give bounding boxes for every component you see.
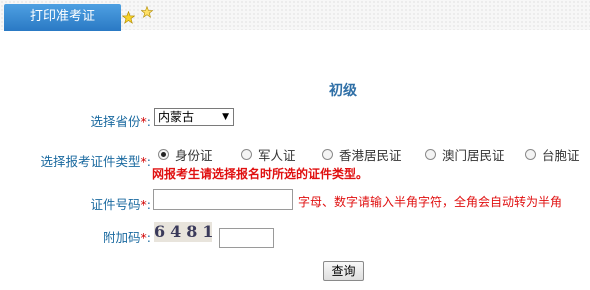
radio-label: 澳门居民证: [442, 148, 505, 163]
id-type-warning: 网报考生请选择报名时所选的证件类型。: [152, 167, 369, 181]
id-number-hint: 字母、数字请输入半角字符，全角会自动转为半角: [298, 195, 563, 209]
radio-hongkong-card[interactable]: 香港居民证: [322, 145, 402, 164]
exam-level-title: 初级: [329, 83, 357, 99]
radio-id-card[interactable]: 身份证: [158, 145, 213, 164]
captcha-label-row: 附加码*:: [60, 227, 151, 246]
radio-button[interactable]: [158, 149, 169, 160]
radio-label: 台胞证: [542, 148, 580, 163]
radio-taiwan-card[interactable]: 台胞证: [525, 145, 580, 164]
radio-button[interactable]: [525, 149, 536, 160]
radio-label: 身份证: [175, 148, 213, 163]
colon: :: [146, 114, 151, 129]
id-number-input[interactable]: [153, 189, 293, 210]
radio-macau-card[interactable]: 澳门居民证: [425, 145, 505, 164]
captcha-input[interactable]: [219, 228, 274, 248]
id-number-label: 证件号码: [90, 197, 141, 212]
id-number-label-row: 证件号码*:: [60, 194, 151, 213]
colon: :: [146, 154, 151, 169]
radio-button[interactable]: [425, 149, 436, 160]
province-selected-value: 内蒙古: [158, 110, 195, 124]
radio-button[interactable]: [241, 149, 252, 160]
dropdown-arrow-icon[interactable]: ▼: [222, 109, 229, 125]
colon: :: [146, 197, 151, 212]
radio-military-card[interactable]: 军人证: [241, 145, 296, 164]
print-admission-ticket-tab[interactable]: 打印准考证: [4, 4, 121, 31]
province-select[interactable]: 内蒙古 ▼: [154, 108, 234, 126]
radio-button[interactable]: [322, 149, 333, 160]
captcha-image[interactable]: 6481: [154, 222, 212, 242]
captcha-label: 附加码: [103, 230, 141, 245]
radio-label: 军人证: [258, 148, 296, 163]
star-icon: [122, 11, 135, 24]
radio-label: 香港居民证: [339, 148, 402, 163]
id-type-label-row: 选择报考证件类型*:: [20, 151, 151, 170]
colon: :: [146, 230, 151, 245]
province-label-row: 选择省份*:: [60, 111, 151, 130]
query-button[interactable]: 查询: [323, 261, 364, 281]
province-label: 选择省份: [90, 114, 141, 129]
top-bar: 打印准考证: [0, 0, 590, 31]
star-icon: [141, 6, 153, 18]
id-type-label: 选择报考证件类型: [40, 154, 141, 169]
